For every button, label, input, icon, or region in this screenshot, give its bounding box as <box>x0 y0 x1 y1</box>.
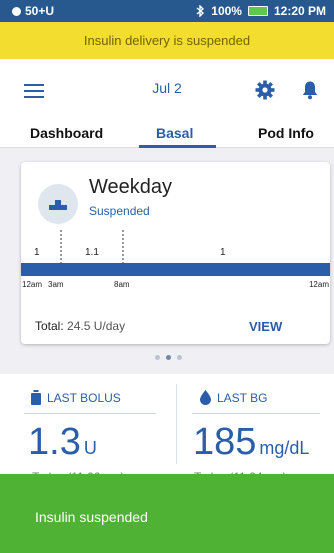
view-button[interactable]: VIEW <box>249 319 282 334</box>
last-readings-panel: LAST BOLUS LAST BG 1.3U 185mg/dL Today (… <box>0 374 334 484</box>
bolus-icon <box>31 390 41 405</box>
basal-bars-icon <box>49 200 67 210</box>
last-bg-header: LAST BG <box>200 390 267 405</box>
metrics-divider <box>176 384 177 464</box>
bolus-divider <box>24 413 156 414</box>
basal-program-card[interactable]: Weekday Suspended 1 1.1 1 12am 3am 8am 1… <box>21 162 330 344</box>
last-bolus-value: 1.3 U <box>28 421 97 464</box>
tab-basal[interactable]: Basal <box>156 125 193 141</box>
date-title: Jul 2 <box>152 80 182 96</box>
app-bar: Jul 2 <box>0 59 334 119</box>
segment-label-1: 1 <box>34 247 40 258</box>
page-dot[interactable] <box>177 355 182 360</box>
clock-time: 12:20 PM <box>273 4 326 18</box>
basal-program-name: Weekday <box>89 176 173 198</box>
bg-unit: mg/dL <box>259 438 310 458</box>
tick-label-8am: 8am <box>114 280 130 289</box>
tab-bar: Dashboard Basal Pod Info <box>0 119 334 148</box>
status-bar: 50+U 100% 12:20 PM <box>0 0 334 22</box>
basal-program-status: Suspended <box>89 204 150 218</box>
segment-label-3: 1 <box>220 247 226 258</box>
bell-icon[interactable] <box>301 80 319 100</box>
page-dot-active[interactable] <box>166 355 171 360</box>
carrier-label: 50+U <box>25 4 55 18</box>
basal-program-avatar <box>38 184 78 224</box>
segment-label-2: 1.1 <box>85 247 99 258</box>
tab-pod-info[interactable]: Pod Info <box>258 125 314 141</box>
page-dot[interactable] <box>155 355 160 360</box>
last-bg-label: LAST BG <box>217 390 268 405</box>
bg-divider <box>192 413 320 414</box>
total-label: Total: <box>35 319 64 333</box>
last-bg-value: 185 mg/dL <box>193 421 309 464</box>
bolus-amount: 1.3 <box>28 421 81 463</box>
tab-dashboard[interactable]: Dashboard <box>30 125 103 141</box>
suspended-banner: Insulin delivery is suspended <box>0 22 334 59</box>
basal-rate-chart: 1 1.1 1 12am 3am 8am 12am <box>21 230 330 289</box>
bolus-unit: U <box>83 438 97 458</box>
bg-amount: 185 <box>193 421 257 463</box>
last-bolus-label: LAST BOLUS <box>47 390 121 405</box>
insulin-suspended-toast: Insulin suspended <box>0 474 334 553</box>
tick-label-12am: 12am <box>22 280 42 289</box>
tick-label-3am: 3am <box>48 280 64 289</box>
page-indicator <box>155 355 182 360</box>
tick-label-12am-end: 12am <box>309 280 329 289</box>
toast-message: Insulin suspended <box>35 509 148 525</box>
sim-icon <box>12 6 21 16</box>
battery-icon <box>247 6 268 16</box>
bluetooth-icon <box>196 5 205 17</box>
last-bolus-header: LAST BOLUS <box>31 390 121 405</box>
banner-text: Insulin delivery is suspended <box>83 33 251 48</box>
status-bar-left: 50+U <box>12 4 54 18</box>
gear-icon[interactable] <box>255 80 275 100</box>
status-bar-right: 100% 12:20 PM <box>196 4 326 18</box>
total-value: 24.5 U/day <box>67 319 126 333</box>
battery-percent: 100% <box>211 4 242 18</box>
blood-drop-icon <box>200 390 211 405</box>
total-daily-basal: Total: 24.5 U/day <box>35 319 125 333</box>
basal-rate-bar <box>21 263 330 276</box>
